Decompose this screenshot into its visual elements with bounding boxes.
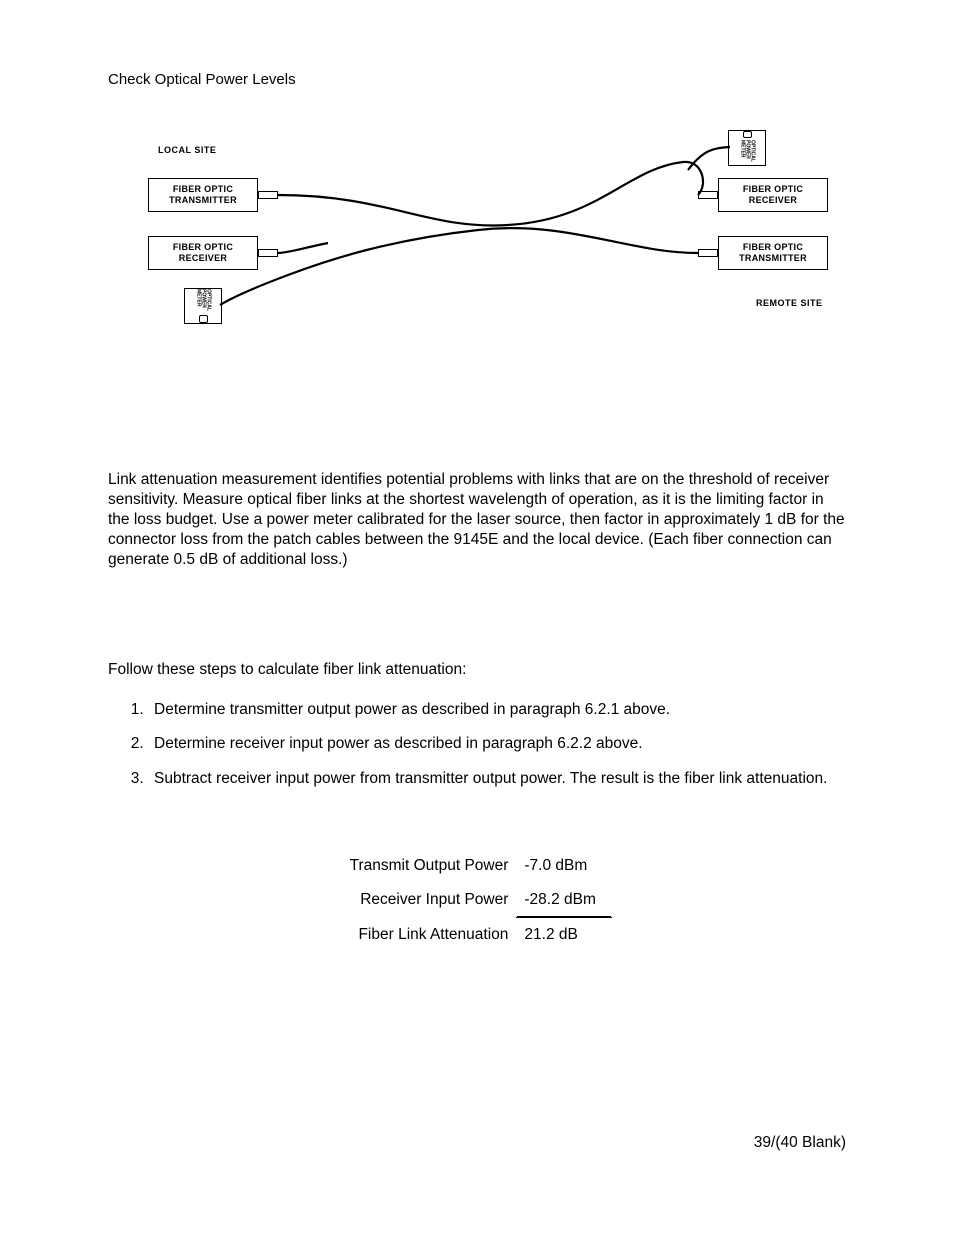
fiber-optic-transmitter-local: FIBER OPTIC TRANSMITTER [148,178,258,212]
connector-stub [698,249,718,257]
page-number: 39/(40 Blank) [754,1133,846,1153]
document-page: Check Optical Power Levels LOCAL SITE RE… [0,0,954,1235]
calc-value: -7.0 dBm [516,849,612,883]
step-item: Determine receiver input power as descri… [148,734,846,754]
connector-stub [258,191,278,199]
calc-value: -28.2 dBm [516,883,612,918]
fiber-diagram: LOCAL SITE REMOTE SITE FIBER OPTIC TRANS… [128,130,848,350]
paragraph-steps-lead: Follow these steps to calculate fiber li… [108,660,846,680]
local-site-label: LOCAL SITE [158,145,216,157]
fiber-optic-transmitter-remote: FIBER OPTIC TRANSMITTER [718,236,828,270]
calc-value: 21.2 dB [516,918,612,953]
remote-site-label: REMOTE SITE [756,298,823,310]
optical-power-meter-local: OPTICAL POWER METER [184,288,222,324]
fiber-optic-receiver-remote: FIBER OPTIC RECEIVER [718,178,828,212]
page-header: Check Optical Power Levels [108,70,846,90]
connector-stub [258,249,278,257]
optical-power-meter-remote: OPTICAL POWER METER [728,130,766,166]
fiber-optic-receiver-local: FIBER OPTIC RECEIVER [148,236,258,270]
calc-label: Receiver Input Power [342,883,517,918]
calc-label: Transmit Output Power [342,849,517,883]
connector-stub [698,191,718,199]
step-item: Subtract receiver input power from trans… [148,769,846,789]
attenuation-calc-table: Transmit Output Power -7.0 dBm Receiver … [342,849,613,952]
step-item: Determine transmitter output power as de… [148,700,846,720]
steps-list: Determine transmitter output power as de… [130,700,846,788]
paragraph-intro: Link attenuation measurement identifies … [108,470,846,571]
calc-label: Fiber Link Attenuation [342,918,517,953]
